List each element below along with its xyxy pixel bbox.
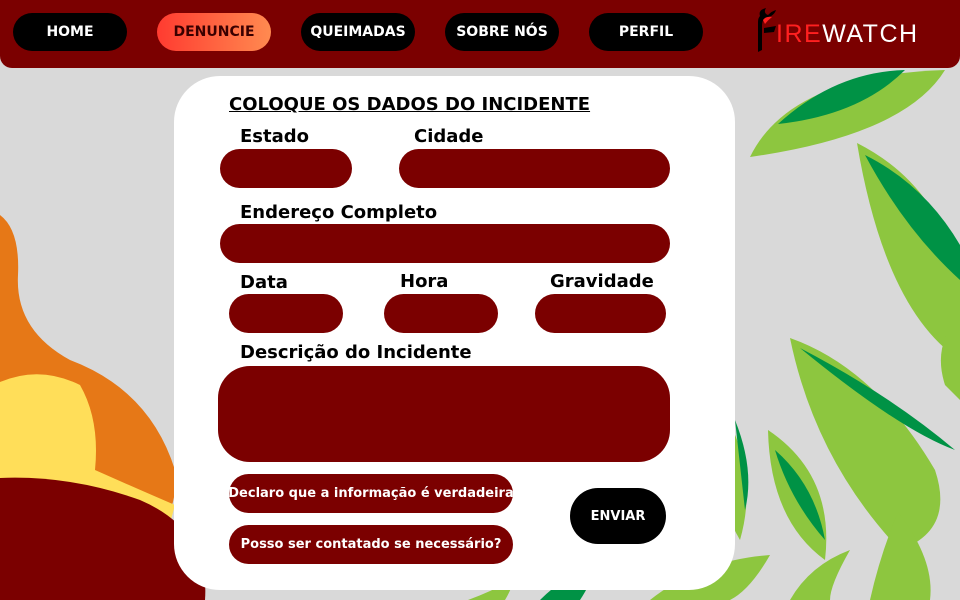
nav-perfil-button[interactable]: PERFIL [589,13,703,51]
gravidade-input[interactable] [535,294,666,333]
descricao-label: Descrição do Incidente [240,342,472,363]
enviar-button[interactable]: ENVIAR [570,488,666,544]
gravidade-label: Gravidade [550,271,654,292]
endereco-input[interactable] [220,224,670,263]
declaro-verdadeira-checkbox[interactable]: Declaro que a informação é verdadeira [228,474,514,513]
nav-home-button[interactable]: HOME [13,13,127,51]
descricao-textarea[interactable] [218,366,670,462]
posso-contatado-checkbox[interactable]: Posso ser contatado se necessário? [229,525,513,564]
hora-label: Hora [400,271,449,292]
nav-sobre-nos-button[interactable]: SOBRE NÓS [445,13,559,51]
nav-queimadas-button[interactable]: QUEIMADAS [301,13,415,51]
nav-denuncie-button[interactable]: DENUNCIE [157,13,271,51]
cidade-label: Cidade [414,126,484,147]
hora-input[interactable] [384,294,498,333]
estado-input[interactable] [220,149,352,188]
data-label: Data [240,272,288,293]
estado-label: Estado [240,126,310,147]
data-input[interactable] [229,294,343,333]
top-navbar: HOME DENUNCIE QUEIMADAS SOBRE NÓS PERFIL… [0,0,960,68]
endereco-label: Endereço Completo [240,202,438,223]
cidade-input[interactable] [399,149,670,188]
leaf-shape [790,550,850,600]
firewatch-logo[interactable]: IREWATCH [752,4,948,62]
form-title: COLOQUE OS DADOS DO INCIDENTE [229,94,591,115]
logo-wordmark: IREWATCH [776,20,919,48]
